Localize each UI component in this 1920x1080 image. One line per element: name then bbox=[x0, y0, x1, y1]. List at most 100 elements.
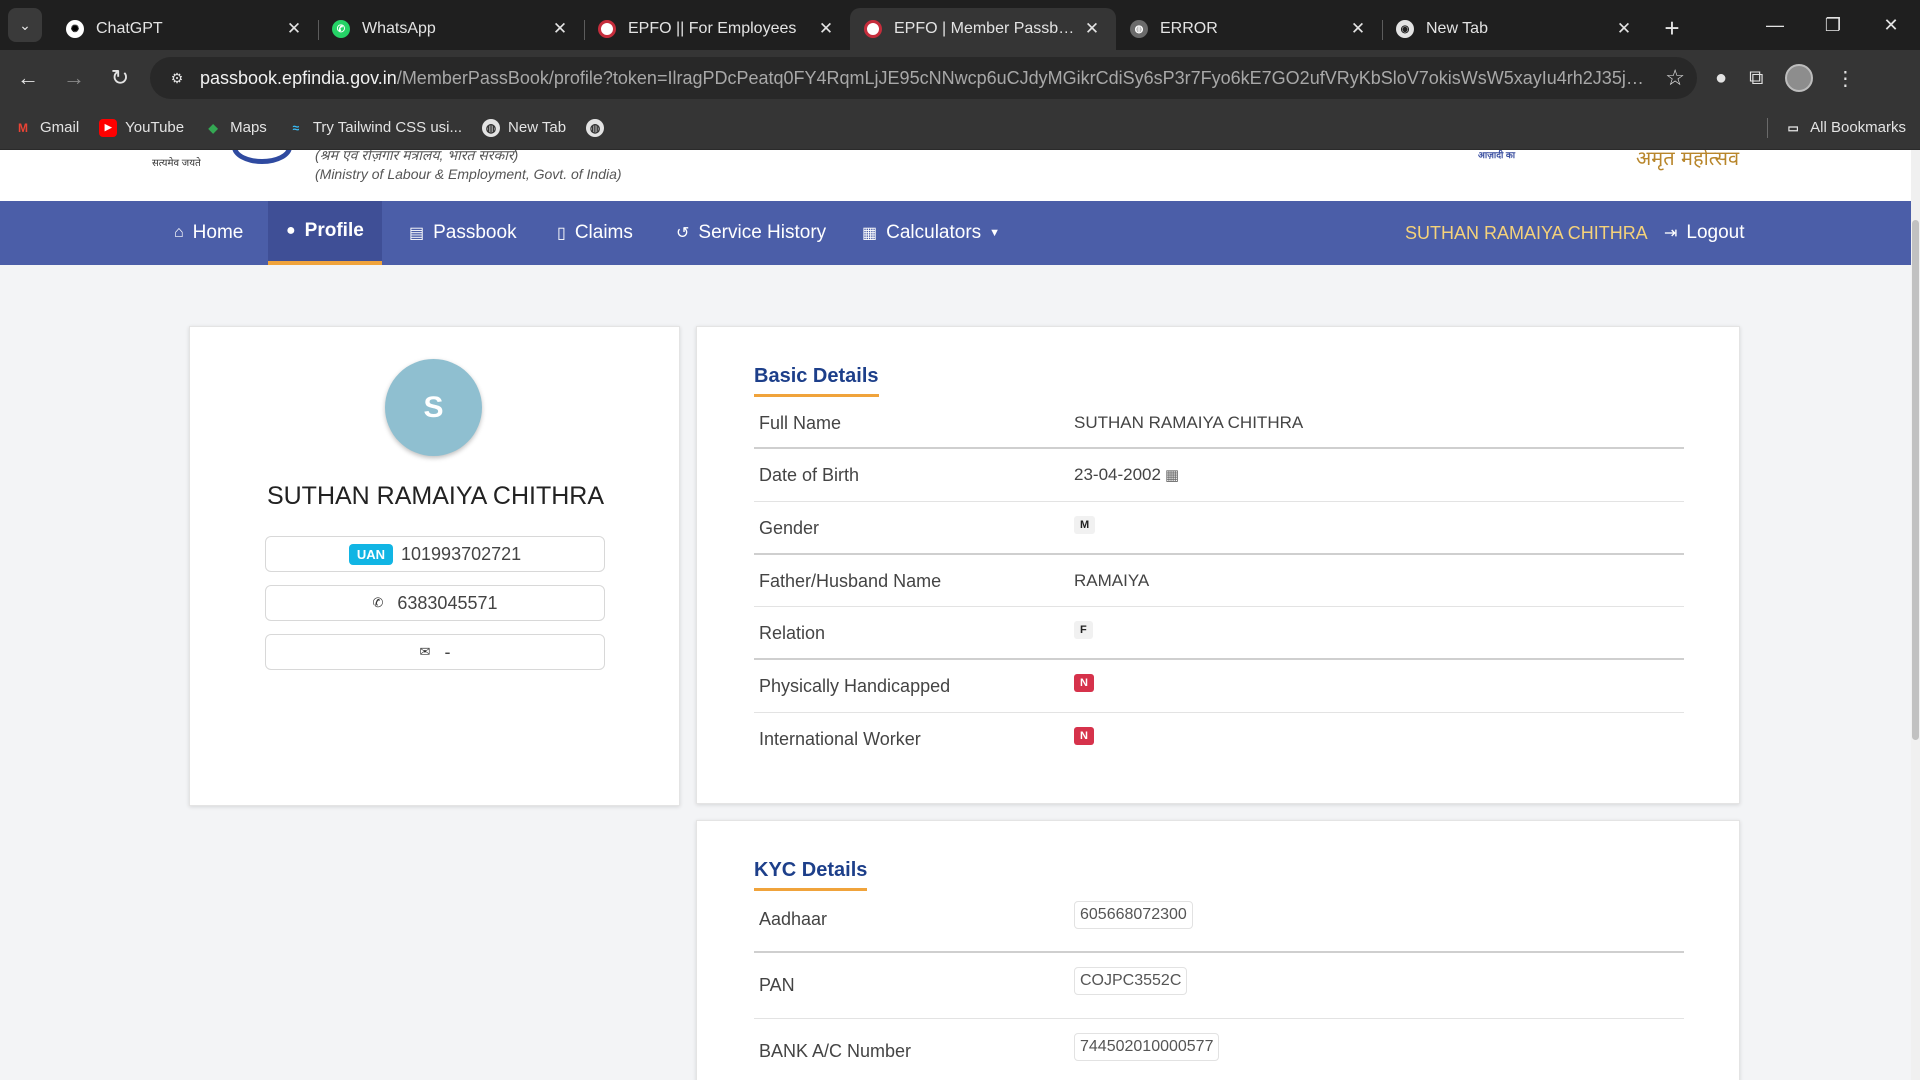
detail-row-full-name: Full Name SUTHAN RAMAIYA CHITHRA bbox=[754, 397, 1684, 449]
bookmark-gmail[interactable]: M Gmail bbox=[14, 119, 79, 137]
close-icon[interactable]: ✕ bbox=[1348, 19, 1368, 39]
bookmark-star-icon[interactable]: ☆ bbox=[1665, 65, 1685, 91]
international-worker-badge: N bbox=[1074, 727, 1094, 745]
browser-tab-strip: ⌄ ✺ ChatGPT ✕ ✆ WhatsApp ✕ EPFO || For E… bbox=[0, 0, 1920, 50]
page-scrollbar[interactable] bbox=[1911, 150, 1920, 1080]
minimize-icon[interactable]: — bbox=[1746, 15, 1804, 36]
tab-title: WhatsApp bbox=[362, 20, 436, 37]
avatar: S bbox=[385, 359, 482, 456]
ministry-english-text: (Ministry of Labour & Employment, Govt. … bbox=[315, 166, 622, 182]
bookmarks-separator bbox=[1767, 117, 1769, 138]
email-value: - bbox=[444, 641, 451, 662]
logout-icon: ⇥ bbox=[1664, 225, 1678, 242]
gender-badge: M bbox=[1074, 516, 1096, 534]
azadi-logo: आज़ादी का bbox=[1478, 150, 1516, 160]
maps-icon: ◆ bbox=[208, 120, 218, 135]
bookmark-youtube[interactable]: ▶ YouTube bbox=[99, 118, 184, 137]
bookmark-globe[interactable]: ◍ bbox=[586, 118, 612, 137]
tab-search-button[interactable]: ⌄ bbox=[8, 8, 42, 42]
nav-home[interactable]: ⌂ Home bbox=[158, 201, 259, 265]
detail-row-international-worker: International Worker N bbox=[754, 713, 1684, 766]
profile-avatar-icon[interactable] bbox=[1785, 64, 1814, 92]
passbook-icon: ▤ bbox=[409, 225, 425, 242]
kyc-row-pan: PAN COJPC3552C bbox=[754, 953, 1684, 1019]
url-text[interactable]: passbook.epfindia.gov.in/MemberPassBook/… bbox=[200, 68, 1651, 89]
tab-new-tab[interactable]: ◉ New Tab ✕ bbox=[1382, 8, 1648, 50]
extensions-puzzle-icon[interactable]: ⧉ bbox=[1749, 67, 1763, 90]
handicapped-badge: N bbox=[1074, 674, 1094, 692]
folder-icon: ▭ bbox=[1787, 120, 1799, 135]
bookmarks-bar: M Gmail ▶ YouTube ◆ Maps ≈ Try Tailwind … bbox=[0, 106, 1920, 150]
bookmark-new-tab[interactable]: ◍ New Tab bbox=[482, 118, 566, 137]
profile-name: SUTHAN RAMAIYA CHITHRA bbox=[266, 482, 605, 510]
phone-value: 6383045571 bbox=[397, 592, 498, 613]
detail-row-father-name: Father/Husband Name RAMAIYA bbox=[754, 555, 1684, 607]
window-controls: — ❐ ✕ bbox=[1746, 0, 1920, 50]
globe-icon: ◍ bbox=[586, 118, 605, 137]
globe-icon: ◍ bbox=[482, 118, 501, 137]
address-bar[interactable]: ⚙ passbook.epfindia.gov.in/MemberPassBoo… bbox=[150, 57, 1697, 99]
extension-icon[interactable]: ● bbox=[1715, 67, 1727, 90]
profile-card: S SUTHAN RAMAIYA CHITHRA UAN 10199370272… bbox=[189, 326, 680, 806]
aadhaar-value: 605668072300 bbox=[1074, 901, 1193, 929]
nav-service-history[interactable]: ↺ Service History bbox=[664, 201, 838, 265]
kyc-row-aadhaar: Aadhaar 605668072300 bbox=[754, 891, 1684, 953]
close-icon[interactable]: ✕ bbox=[1614, 19, 1634, 39]
web-page: सत्यमेव जयते (श्रम एवं रोज़गार मंत्रालय,… bbox=[0, 150, 1920, 1080]
kyc-row-bank-account: BANK A/C Number 744502010000577 bbox=[754, 1019, 1684, 1080]
detail-row-relation: Relation F bbox=[754, 607, 1684, 660]
close-icon[interactable]: ✕ bbox=[816, 19, 836, 39]
nav-calculators[interactable]: ▦ Calculators ▼ bbox=[850, 201, 1012, 265]
nav-passbook[interactable]: ▤ Passbook bbox=[395, 201, 531, 265]
detail-row-dob: Date of Birth 23-04-2002 ▦ bbox=[754, 449, 1684, 502]
main-navbar: ⌂ Home ● Profile ▤ Passbook ▯ Claims ↺ S… bbox=[0, 201, 1911, 265]
more-menu-icon[interactable]: ⋮ bbox=[1835, 66, 1855, 91]
epfo-icon bbox=[598, 20, 616, 38]
chatgpt-icon: ✺ bbox=[66, 20, 84, 38]
calculator-icon: ▦ bbox=[862, 225, 878, 242]
bookmark-tailwind[interactable]: ≈ Try Tailwind CSS usi... bbox=[287, 119, 463, 137]
history-icon: ↺ bbox=[676, 225, 690, 242]
browser-toolbar: ← → ↻ ⚙ passbook.epfindia.gov.in/MemberP… bbox=[0, 50, 1920, 106]
bookmark-maps[interactable]: ◆ Maps bbox=[204, 119, 267, 137]
tab-title: ERROR bbox=[1160, 20, 1218, 37]
nav-claims[interactable]: ▯ Claims bbox=[545, 201, 645, 265]
logged-in-user-name: SUTHAN RAMAIYA CHITHRA bbox=[1405, 222, 1648, 243]
nav-profile[interactable]: ● Profile bbox=[268, 201, 382, 265]
reload-button[interactable]: ↻ bbox=[102, 60, 138, 96]
all-bookmarks-button[interactable]: ▭ All Bookmarks bbox=[1784, 119, 1906, 137]
close-icon[interactable]: ✕ bbox=[284, 19, 304, 39]
new-tab-button[interactable]: + bbox=[1654, 10, 1690, 46]
site-header: सत्यमेव जयते (श्रम एवं रोज़गार मंत्रालय,… bbox=[0, 150, 1911, 201]
close-window-icon[interactable]: ✕ bbox=[1862, 15, 1920, 36]
basic-details-card: Basic Details Full Name SUTHAN RAMAIYA C… bbox=[696, 326, 1740, 804]
tab-chatgpt[interactable]: ✺ ChatGPT ✕ bbox=[52, 8, 318, 50]
relation-badge: F bbox=[1074, 621, 1093, 639]
tab-epfo-employees[interactable]: EPFO || For Employees ✕ bbox=[584, 8, 850, 50]
tab-title: New Tab bbox=[1426, 20, 1488, 37]
tab-title: ChatGPT bbox=[96, 20, 163, 37]
amrit-mahotsav-logo: अमृत महोत्सव bbox=[1636, 150, 1740, 170]
globe-icon: ◍ bbox=[1130, 20, 1148, 38]
site-info-icon[interactable]: ⚙ bbox=[164, 65, 190, 91]
ministry-hindi-text: (श्रम एवं रोज़गार मंत्रालय, भारत सरकार) bbox=[315, 150, 519, 163]
epfo-logo-icon bbox=[232, 150, 292, 164]
logout-button[interactable]: ⇥ Logout bbox=[1664, 201, 1745, 265]
chrome-icon: ◉ bbox=[1396, 20, 1414, 38]
detail-row-handicapped: Physically Handicapped N bbox=[754, 660, 1684, 713]
restore-icon[interactable]: ❐ bbox=[1804, 15, 1862, 36]
close-icon[interactable]: ✕ bbox=[550, 19, 570, 39]
forward-button[interactable]: → bbox=[56, 60, 92, 96]
tab-error[interactable]: ◍ ERROR ✕ bbox=[1116, 8, 1382, 50]
scrollbar-thumb[interactable] bbox=[1912, 220, 1919, 740]
phone-icon: ✆ bbox=[372, 595, 384, 610]
tab-whatsapp[interactable]: ✆ WhatsApp ✕ bbox=[318, 8, 584, 50]
uan-badge: UAN bbox=[348, 543, 394, 565]
calendar-icon: ▦ bbox=[1164, 467, 1180, 484]
uan-value: 101993702721 bbox=[401, 543, 522, 564]
tab-title: EPFO || For Employees bbox=[628, 20, 797, 37]
close-icon[interactable]: ✕ bbox=[1082, 19, 1102, 39]
epfo-icon bbox=[864, 20, 882, 38]
back-button[interactable]: ← bbox=[10, 60, 46, 96]
tab-epfo-passbook[interactable]: EPFO | Member Passbook | ✕ bbox=[850, 8, 1116, 50]
